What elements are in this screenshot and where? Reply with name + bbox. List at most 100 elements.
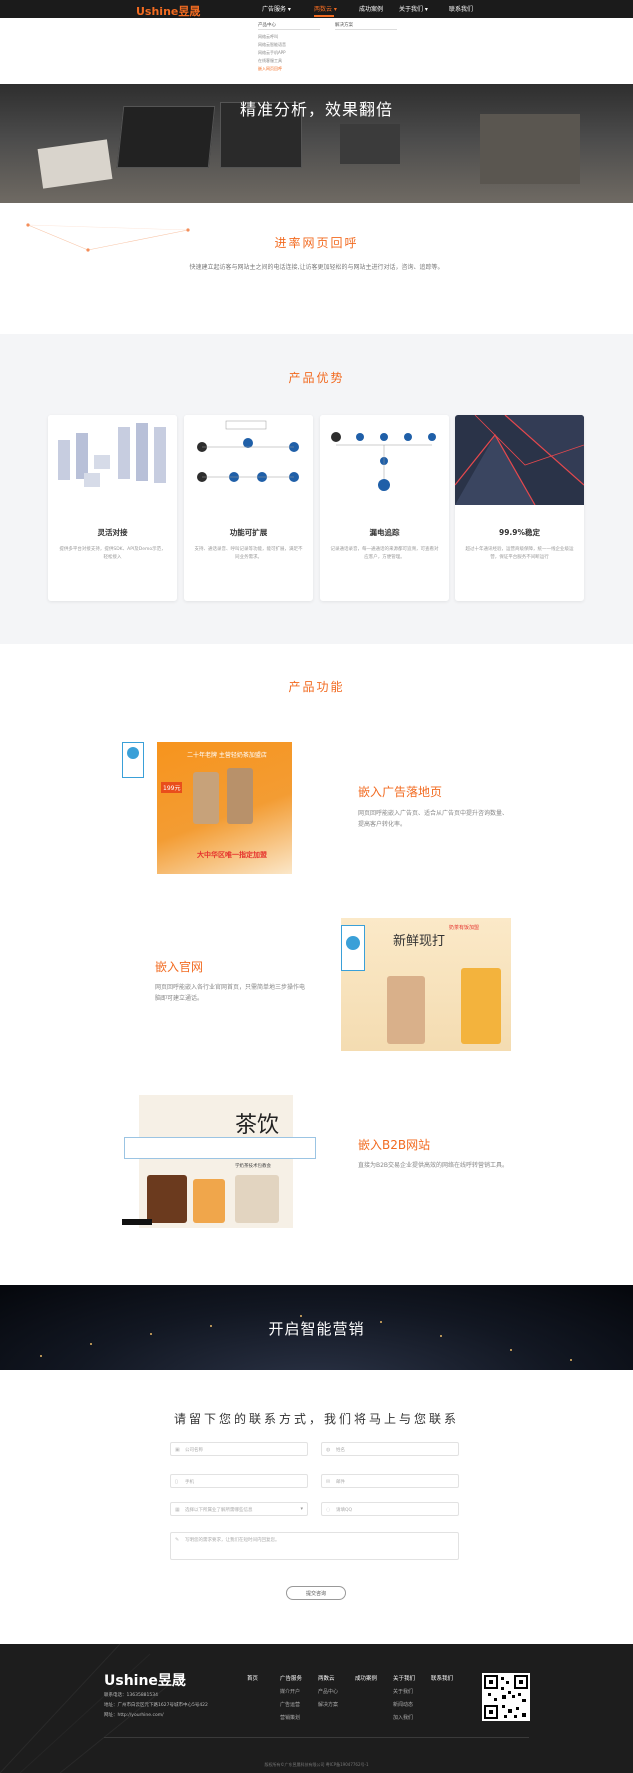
footer-link-cloud[interactable]: 两数云	[318, 1674, 335, 1682]
nav-item-cloud[interactable]: 两数云 ▾	[314, 4, 337, 13]
milk-tea-cup	[227, 768, 253, 824]
phone-placeholder: 手机	[185, 1480, 194, 1485]
milk-tea-ad-image: 二十年老牌 主营轻奶茶加盟店 199元 大中华区唯一指定加盟	[157, 742, 292, 874]
tea-cup	[147, 1175, 187, 1223]
dropdown-item[interactable]: 网络云智能语音	[258, 42, 286, 48]
decorative-streaks	[0, 1644, 171, 1773]
card-title: 灵活对接	[97, 528, 128, 537]
tea-drink-b2b-image: 茶饮 学奶茶技术包教会	[139, 1095, 293, 1228]
contact-form-title: 请留下您的联系方式，我们将马上与您联系	[173, 1412, 459, 1426]
ad-image-text: 大中华区唯一指定加盟	[197, 851, 267, 859]
footer-address: 地址：广州市白云区元下路1627号城市中心5号422	[104, 1703, 208, 1708]
flow-diagram-illustration	[184, 415, 313, 505]
footer-link[interactable]: 加入我们	[393, 1714, 413, 1721]
city-light	[90, 1343, 92, 1345]
laptop-image	[480, 114, 580, 184]
image-footer-bar	[122, 1219, 152, 1225]
dropdown-divider	[258, 29, 320, 30]
b2b-image-text: 茶饮	[235, 1113, 280, 1138]
submit-button[interactable]: 提交咨询	[286, 1586, 346, 1600]
function-description: 网页回呼能嵌入广告页、适合从广告页中提升咨询数量、提高客户转化率。	[358, 810, 509, 828]
nav-item-contact[interactable]: 联系我们	[449, 4, 473, 13]
brand-logo[interactable]: Ushine昱晟	[136, 3, 200, 19]
tablet-image	[340, 124, 400, 164]
chat-icon: ◌	[326, 1507, 331, 1513]
advantage-card-flexible: 灵活对接 提供多平台对接支持，提供SDK、API及Demo示范，轻松接入	[48, 415, 177, 601]
cta-title: 开启智能营销	[268, 1320, 365, 1338]
website-image-text: 新鲜现打	[393, 934, 446, 949]
b2b-image-text: 学奶茶技术包教会	[235, 1164, 271, 1169]
footer-link[interactable]: 新闻动态	[393, 1701, 413, 1708]
footer-link[interactable]: 广告运营	[280, 1701, 300, 1708]
company-placeholder: 公司名称	[185, 1448, 203, 1453]
paper-image	[37, 139, 113, 189]
footer-link[interactable]: 关于我们	[393, 1688, 413, 1695]
abstract-geometric-image	[455, 415, 584, 505]
phone-field[interactable]: ▯ 手机	[170, 1474, 308, 1488]
advantage-card-stable: 99.9%稳定 超过十年通讯经验，运营商级保障，统一一线企业级运营，保证平台服务…	[455, 415, 584, 601]
intro-description: 快速建立起访客与网站主之间的电话连接,让访客更加轻松的与网站主进行对话，咨询、追…	[189, 264, 444, 271]
message-textarea[interactable]: ✎ 写明您的需求要求，让我们在短时间内回复您。	[170, 1532, 459, 1560]
footer-link-home[interactable]: 首页	[247, 1674, 258, 1682]
function-title: 嵌入广告落地页	[358, 785, 443, 799]
juice-cup	[461, 968, 501, 1044]
footer-logo[interactable]: Ushine昱晟	[104, 1670, 186, 1690]
nav-dropdown-menu: 产品中心 解决方案 网络云呼叫 网络云智能语音 网络云手机APP 在线客服工具 …	[250, 18, 400, 76]
footer-link-cases[interactable]: 成功案例	[355, 1674, 377, 1682]
dropdown-head-products[interactable]: 产品中心	[258, 22, 276, 28]
nav-item-cases[interactable]: 成功案例	[359, 4, 383, 13]
name-placeholder: 姓名	[336, 1448, 345, 1453]
qq-field[interactable]: ◌ 请填QQ	[321, 1502, 459, 1516]
name-field[interactable]: ◍ 姓名	[321, 1442, 459, 1456]
dropdown-item[interactable]: 网络云手机APP	[258, 50, 286, 56]
advantage-card-tracking: 漏电追踪 记录通话录音，每一通通话的来源都可追溯，可查看对应客户，方便管理。	[320, 415, 449, 601]
nav-item-about[interactable]: 关于我们 ▾	[399, 4, 428, 13]
tea-cup	[235, 1175, 279, 1223]
function-title: 嵌入官网	[155, 960, 204, 974]
functions-title: 产品功能	[288, 680, 345, 694]
footer-link[interactable]: 媒介开户	[280, 1688, 300, 1695]
building-icon: ▣	[175, 1447, 180, 1453]
callback-input-bar[interactable]	[124, 1137, 316, 1159]
tea-cup	[193, 1179, 225, 1223]
edit-icon: ✎	[175, 1537, 180, 1543]
footer-link-ad-services[interactable]: 广告服务	[280, 1674, 302, 1682]
call-tracking-illustration	[320, 415, 449, 505]
milk-tea-cup	[387, 976, 425, 1044]
company-field[interactable]: ▣ 公司名称	[170, 1442, 308, 1456]
qr-code-icon	[482, 1673, 530, 1721]
message-placeholder: 写明您的需求要求，让我们在短时间内回复您。	[185, 1538, 280, 1543]
nav-active-indicator	[314, 15, 334, 17]
footer-link[interactable]: 产品中心	[318, 1688, 338, 1695]
footer-phone: 联系电话：13635881534	[104, 1693, 158, 1698]
industry-placeholder: 选择以下所属业了解所需哪些信息	[185, 1508, 253, 1513]
nav-item-ad-services[interactable]: 广告服务 ▾	[262, 4, 291, 13]
function-title: 嵌入B2B网站	[358, 1138, 431, 1152]
card-title: 功能可扩展	[229, 528, 268, 537]
server-illustration	[48, 415, 177, 505]
price-tag: 199元	[161, 782, 183, 793]
city-light	[510, 1349, 512, 1351]
mail-icon: ✉	[326, 1479, 331, 1485]
callback-widget-badge	[122, 742, 144, 778]
dropdown-item[interactable]: 网络云呼叫	[258, 34, 278, 40]
callback-widget-badge	[341, 925, 365, 971]
card-title: 漏电追踪	[369, 528, 400, 537]
footer-link-about[interactable]: 关于我们	[393, 1674, 415, 1682]
dropdown-item-active[interactable]: 嵌入网页回呼	[258, 66, 282, 72]
dropdown-item[interactable]: 在线客服工具	[258, 58, 282, 64]
card-title: 99.9%稳定	[498, 528, 541, 537]
site-footer	[0, 1644, 633, 1773]
milk-tea-cup	[193, 772, 219, 824]
industry-select[interactable]: ▦ 选择以下所属业了解所需哪些信息 ▾	[170, 1502, 308, 1516]
email-field[interactable]: ✉ 邮件	[321, 1474, 459, 1488]
dropdown-head-solutions[interactable]: 解决方案	[335, 22, 353, 28]
city-light	[300, 1315, 302, 1317]
grid-icon: ▦	[175, 1507, 180, 1513]
card-description: 提供多平台对接支持，提供SDK、API及Demo示范，轻松接入	[59, 547, 166, 560]
email-placeholder: 邮件	[336, 1480, 345, 1485]
footer-link-contact[interactable]: 联系我们	[431, 1674, 453, 1682]
card-description: 超过十年通讯经验，运营商级保障，统一一线企业级运营，保证平台服务不间断运行	[465, 547, 574, 560]
footer-link[interactable]: 解决方案	[318, 1701, 338, 1708]
footer-link[interactable]: 营销策划	[280, 1714, 300, 1721]
